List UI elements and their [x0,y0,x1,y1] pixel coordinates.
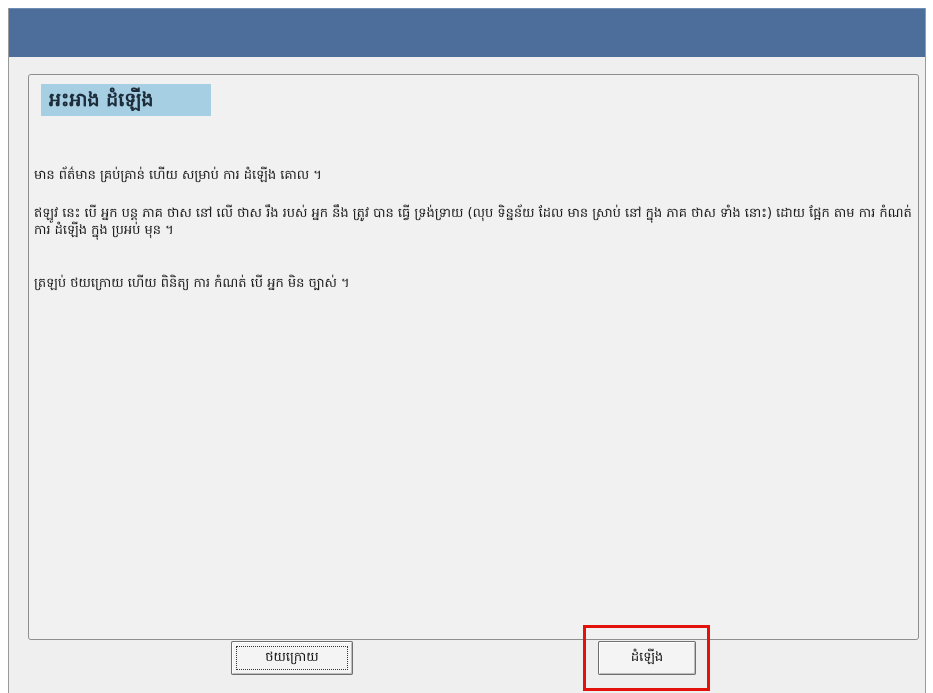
review-paragraph: ត្រឡប់ ថយក្រោយ ហើយ ពិនិត្យ ការ កំណត់ បើ … [34,276,350,291]
install-button[interactable]: ដំឡើង [598,641,696,675]
back-button[interactable]: ថយក្រោយ [231,641,353,675]
dialog-heading: អះអាង ដំឡើង [41,84,211,116]
back-button-label: ថយក្រោយ [265,649,319,665]
warning-paragraph: ឥឡូវ នេះ បើ អ្នក បន្ត ភាគ ថាស នៅ លើ ថាស … [34,206,912,238]
content-panel: អះអាង ដំឡើង មាន ព័ត៌មាន គ្រប់គ្រាន់ ហើយ … [28,74,919,640]
install-button-label: ដំឡើង [630,649,664,665]
title-bar [9,8,925,57]
info-paragraph: មាន ព័ត៌មាន គ្រប់គ្រាន់ ហើយ សម្រាប់ ការ … [34,168,322,183]
installer-dialog: អះអាង ដំឡើង មាន ព័ត៌មាន គ្រប់គ្រាន់ ហើយ … [8,8,926,693]
